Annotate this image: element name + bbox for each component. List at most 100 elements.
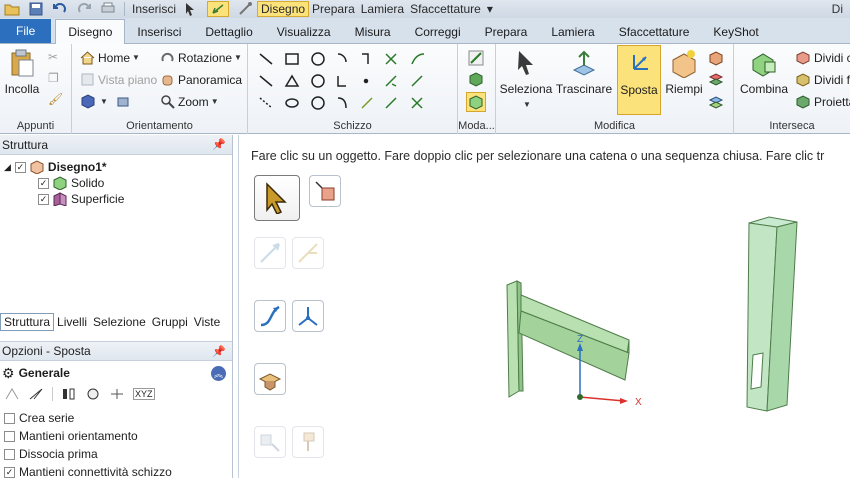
- tree-item-solido[interactable]: ✓ Solido: [38, 175, 104, 191]
- move-pivot-button[interactable]: [292, 237, 324, 269]
- select-tool-icon[interactable]: [183, 2, 199, 16]
- pivot-icon[interactable]: [85, 387, 101, 401]
- project-button[interactable]: Proietta: [796, 94, 850, 109]
- tab-gruppi[interactable]: Gruppi: [149, 313, 191, 331]
- plan-view-button[interactable]: Vista piano: [80, 72, 157, 87]
- view-cube-button[interactable]: ▼: [80, 94, 108, 109]
- tab-selezione[interactable]: Selezione: [90, 313, 149, 331]
- split-face-button[interactable]: Dividi fa: [796, 72, 850, 87]
- tab-lamiera[interactable]: Lamiera: [539, 21, 606, 43]
- anchor-button[interactable]: [254, 363, 286, 395]
- fill-button[interactable]: Riempi: [664, 48, 704, 96]
- tab-livelli[interactable]: Livelli: [54, 313, 90, 331]
- tab-sfaccettature[interactable]: Sfaccettature: [607, 21, 702, 43]
- checkbox[interactable]: [4, 430, 15, 442]
- folder-icon[interactable]: [4, 2, 20, 16]
- split-face-icon: [796, 73, 810, 87]
- tab-inserisci[interactable]: Inserisci: [125, 21, 193, 43]
- print-icon[interactable]: [100, 2, 116, 16]
- pull-button[interactable]: Trascinare: [556, 48, 612, 96]
- paste-button[interactable]: Incolla: [4, 48, 40, 96]
- spread-icon[interactable]: [109, 387, 125, 401]
- options-section-header[interactable]: ⚙ Generale ︽: [0, 363, 232, 383]
- tab-correggi[interactable]: Correggi: [403, 21, 473, 43]
- chevron-down-icon[interactable]: ▾: [484, 1, 496, 17]
- collapse-icon[interactable]: ◢: [4, 162, 11, 173]
- qat-lamiera[interactable]: Lamiera: [358, 1, 407, 17]
- tree-root[interactable]: ◢ ✓ Disegno1*: [4, 159, 107, 175]
- pin-icon[interactable]: 📌: [212, 138, 226, 151]
- cut-icon[interactable]: ✂: [48, 50, 58, 64]
- vertical-post-right[interactable]: [746, 216, 798, 412]
- anchor-icon[interactable]: [4, 387, 20, 401]
- move-along-line-button[interactable]: [254, 237, 286, 269]
- plan-view-icon: [81, 73, 94, 86]
- 3d-scene[interactable]: Z X: [499, 205, 850, 478]
- superficie-checkbox[interactable]: ✓: [38, 193, 49, 205]
- rotate-button[interactable]: Rotazione ▼: [160, 50, 242, 65]
- tab-viste[interactable]: Viste: [191, 313, 223, 331]
- zoom-button[interactable]: Zoom ▼: [160, 94, 219, 109]
- tab-keyshot[interactable]: KeyShot: [701, 21, 770, 43]
- options-toolbar: XYZ: [4, 387, 155, 401]
- split-body-icon[interactable]: [708, 50, 724, 66]
- reset-button[interactable]: [292, 426, 324, 458]
- sketch-mode-icon[interactable]: [468, 50, 484, 66]
- select-body-button[interactable]: [309, 175, 341, 207]
- tab-prepara[interactable]: Prepara: [473, 21, 540, 43]
- section-mode-icon[interactable]: [468, 71, 484, 87]
- collapse-section-icon[interactable]: ︽: [211, 365, 226, 381]
- tab-disegno[interactable]: Disegno: [55, 19, 126, 44]
- undo-icon[interactable]: [52, 2, 68, 16]
- home-button[interactable]: Home ▼: [80, 50, 140, 65]
- group-label: Appunti: [16, 120, 55, 132]
- checkbox[interactable]: [4, 448, 15, 460]
- sketch-tools-grid[interactable]: [256, 50, 452, 114]
- pin-icon[interactable]: 📌: [212, 345, 226, 358]
- clipboard-icon: [11, 49, 34, 77]
- direction-icon[interactable]: [28, 387, 44, 401]
- ruler-icon[interactable]: [61, 387, 77, 401]
- view-box-icon[interactable]: [116, 94, 134, 109]
- redo-icon[interactable]: [76, 2, 92, 16]
- option-mantieni-connettivita[interactable]: ✓ Mantieni connettività schizzo: [4, 463, 172, 481]
- design-canvas[interactable]: Fare clic su un oggetto. Fare doppio cli…: [238, 135, 850, 478]
- pull-tool-icon[interactable]: [237, 2, 253, 16]
- pan-button[interactable]: Panoramica: [160, 72, 242, 87]
- hand-icon: [162, 75, 173, 86]
- move-button[interactable]: Sposta: [617, 45, 661, 115]
- move-axes-button[interactable]: [292, 300, 324, 332]
- slanted-beam[interactable]: [518, 294, 630, 381]
- detach-button[interactable]: [254, 426, 286, 458]
- save-icon[interactable]: [28, 2, 44, 16]
- 3d-mode-icon[interactable]: [466, 92, 486, 112]
- qat-sfaccettature[interactable]: Sfaccettature: [407, 1, 484, 17]
- move-ruler-button[interactable]: [254, 300, 286, 332]
- xyz-icon[interactable]: XYZ: [133, 388, 155, 400]
- tab-dettaglio[interactable]: Dettaglio: [193, 21, 264, 43]
- select-button[interactable]: Seleziona ▼: [500, 48, 552, 109]
- tab-misura[interactable]: Misura: [343, 21, 403, 43]
- copy-icon[interactable]: ❐: [48, 71, 59, 85]
- checkbox[interactable]: [4, 412, 15, 424]
- checkbox[interactable]: ✓: [4, 466, 15, 478]
- split-by-curve-button[interactable]: Dividi c: [796, 50, 850, 65]
- move-tool-icon[interactable]: [207, 1, 230, 17]
- option-mantieni-orientamento[interactable]: Mantieni orientamento: [4, 427, 172, 445]
- qat-prepara[interactable]: Prepara: [309, 1, 358, 17]
- tree-item-superficie[interactable]: ✓ Superficie: [38, 191, 124, 207]
- combine-button[interactable]: Combina: [738, 48, 790, 96]
- format-painter-icon[interactable]: 🖌: [48, 92, 63, 106]
- tab-file[interactable]: File: [0, 19, 52, 43]
- option-crea-serie[interactable]: Crea serie: [4, 409, 172, 427]
- tab-struttura[interactable]: Struttura: [0, 313, 55, 331]
- select-mode-button[interactable]: [254, 175, 300, 221]
- offset-icon[interactable]: [708, 94, 724, 110]
- qat-disegno[interactable]: Disegno: [257, 1, 310, 17]
- shell-icon[interactable]: [708, 72, 724, 88]
- tab-visualizza[interactable]: Visualizza: [265, 21, 343, 43]
- option-dissocia-prima[interactable]: Dissocia prima: [4, 445, 172, 463]
- solido-checkbox[interactable]: ✓: [38, 177, 49, 189]
- root-checkbox[interactable]: ✓: [14, 161, 26, 173]
- qat-inserisci[interactable]: Inserisci: [129, 1, 179, 17]
